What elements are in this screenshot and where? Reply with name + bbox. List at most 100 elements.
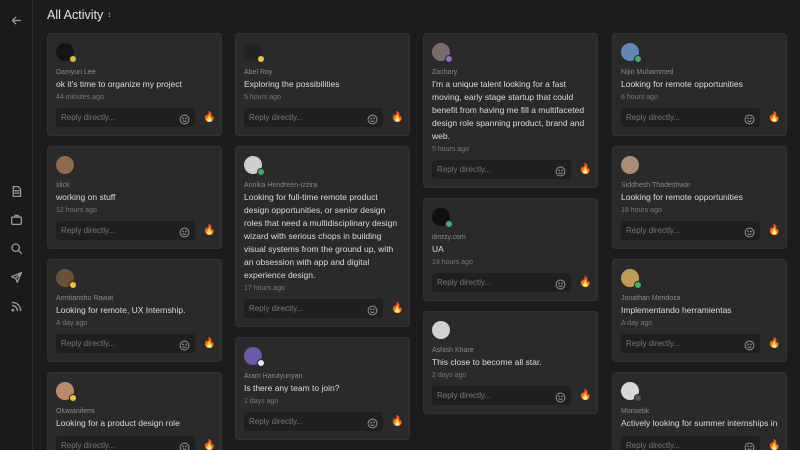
emoji-picker-icon[interactable] xyxy=(367,416,378,429)
user-name[interactable]: slick xyxy=(56,182,213,189)
avatar[interactable] xyxy=(56,382,77,402)
fire-reaction-icon[interactable]: 🔥 xyxy=(203,338,215,349)
user-name[interactable]: dmrzy.com xyxy=(432,234,589,241)
activity-card[interactable]: Damyun Lee ok it's time to organize my pr… xyxy=(47,33,222,136)
reply-row: Reply directly... 🔥 xyxy=(621,334,780,353)
fire-reaction-icon[interactable]: 🔥 xyxy=(579,277,591,288)
sort-toggle-icon[interactable]: ↕ xyxy=(107,11,111,19)
activity-column: Zachary I'm a unique talent looking for a… xyxy=(423,33,598,414)
fire-reaction-icon[interactable]: 🔥 xyxy=(768,440,780,450)
user-name[interactable]: Siddhesh Thadeshwar xyxy=(621,182,778,189)
activity-card[interactable]: Nijin Muhammed Looking for remote opportu… xyxy=(612,33,787,136)
fire-reaction-icon[interactable]: 🔥 xyxy=(203,440,215,450)
avatar[interactable] xyxy=(621,382,642,402)
fire-reaction-icon[interactable]: 🔥 xyxy=(203,112,215,123)
emoji-picker-icon[interactable] xyxy=(744,112,755,125)
activity-card[interactable]: Siddhesh Thadeshwar Looking for remote op… xyxy=(612,146,787,249)
emoji-picker-icon[interactable] xyxy=(555,390,566,403)
fire-reaction-icon[interactable]: 🔥 xyxy=(391,303,403,314)
reply-input[interactable]: Reply directly... xyxy=(56,334,195,353)
activity-card[interactable]: slick working on stuff 12 hours ago Reply d… xyxy=(47,146,222,249)
fire-reaction-icon[interactable]: 🔥 xyxy=(391,112,403,123)
fire-reaction-icon[interactable]: 🔥 xyxy=(579,164,591,175)
reply-placeholder: Reply directly... xyxy=(626,113,681,122)
back-arrow-icon[interactable] xyxy=(8,12,25,29)
activity-card[interactable]: dmrzy.com UA 19 hours ago Reply directly...… xyxy=(423,198,598,301)
user-name[interactable]: Aram Harutyunyan xyxy=(244,373,401,380)
activity-card[interactable]: Armitanshu Rawat Looking for remote, UX I… xyxy=(47,259,222,362)
timestamp: 2 days ago xyxy=(432,372,467,379)
reply-input[interactable]: Reply directly... xyxy=(621,334,760,353)
emoji-picker-icon[interactable] xyxy=(179,440,190,450)
reply-placeholder: Reply directly... xyxy=(437,391,492,400)
page-header: All Activity ↕ xyxy=(47,6,111,24)
fire-reaction-icon[interactable]: 🔥 xyxy=(391,416,403,427)
user-name[interactable]: Damyun Lee xyxy=(56,69,213,76)
user-name[interactable]: Nijin Muhammed xyxy=(621,69,778,76)
reply-input[interactable]: Reply directly... xyxy=(432,160,571,179)
emoji-picker-icon[interactable] xyxy=(179,225,190,238)
notes-icon[interactable] xyxy=(8,183,25,200)
briefcase-icon[interactable] xyxy=(8,211,25,228)
activity-card[interactable]: Jonathan Mendoza Implementando herramient… xyxy=(612,259,787,362)
avatar[interactable] xyxy=(621,156,639,174)
fire-reaction-icon[interactable]: 🔥 xyxy=(768,112,780,123)
avatar[interactable] xyxy=(244,43,265,63)
user-name[interactable]: Abel Roy xyxy=(244,69,401,76)
user-name[interactable]: Zachary xyxy=(432,69,589,76)
reply-input[interactable]: Reply directly... xyxy=(244,108,383,127)
fire-reaction-icon[interactable]: 🔥 xyxy=(203,225,215,236)
emoji-picker-icon[interactable] xyxy=(555,277,566,290)
activity-card[interactable]: Monsebk Actively looking for summer inter… xyxy=(612,372,787,450)
reply-row: Reply directly... 🔥 xyxy=(244,108,403,127)
emoji-picker-icon[interactable] xyxy=(179,338,190,351)
user-name[interactable]: Monsebk xyxy=(621,408,778,415)
activity-card[interactable]: Zachary I'm a unique talent looking for a… xyxy=(423,33,598,188)
reply-input[interactable]: Reply directly... xyxy=(56,108,195,127)
reply-input[interactable]: Reply directly... xyxy=(244,412,383,431)
avatar[interactable] xyxy=(244,347,265,367)
send-icon[interactable] xyxy=(8,269,25,286)
activity-card[interactable]: Annika Hendreen-Izzira Looking for full-t… xyxy=(235,146,410,327)
activity-card[interactable]: Oluwanifemi Looking for a product design … xyxy=(47,372,222,450)
avatar[interactable] xyxy=(56,269,77,289)
reply-input[interactable]: Reply directly... xyxy=(432,273,571,292)
activity-card[interactable]: Aram Harutyunyan Is there any team to joi… xyxy=(235,337,410,440)
reply-input[interactable]: Reply directly... xyxy=(244,299,383,318)
user-name[interactable]: Jonathan Mendoza xyxy=(621,295,778,302)
page-title: All Activity xyxy=(47,8,104,22)
activity-card[interactable]: Abel Roy Exploring the possibilities 5 hou… xyxy=(235,33,410,136)
reply-input[interactable]: Reply directly... xyxy=(56,436,195,450)
emoji-picker-icon[interactable] xyxy=(744,338,755,351)
emoji-picker-icon[interactable] xyxy=(367,112,378,125)
emoji-picker-icon[interactable] xyxy=(744,225,755,238)
reply-input[interactable]: Reply directly... xyxy=(56,221,195,240)
status-badge xyxy=(634,55,642,63)
reply-input[interactable]: Reply directly... xyxy=(432,386,571,405)
avatar[interactable] xyxy=(621,269,642,289)
fire-reaction-icon[interactable]: 🔥 xyxy=(768,338,780,349)
user-name[interactable]: Oluwanifemi xyxy=(56,408,213,415)
avatar[interactable] xyxy=(56,43,77,63)
avatar[interactable] xyxy=(621,43,642,63)
avatar[interactable] xyxy=(56,156,74,174)
emoji-picker-icon[interactable] xyxy=(367,303,378,316)
user-name[interactable]: Armitanshu Rawat xyxy=(56,295,213,302)
fire-reaction-icon[interactable]: 🔥 xyxy=(579,390,591,401)
search-icon[interactable] xyxy=(8,240,25,257)
reply-input[interactable]: Reply directly... xyxy=(621,221,760,240)
user-name[interactable]: Annika Hendreen-Izzira xyxy=(244,182,401,189)
reply-input[interactable]: Reply directly... xyxy=(621,108,760,127)
avatar[interactable] xyxy=(432,321,450,339)
user-name[interactable]: Ashish Khare xyxy=(432,347,589,354)
rss-feed-icon[interactable] xyxy=(8,298,25,315)
activity-card[interactable]: Ashish Khare This close to become all sta… xyxy=(423,311,598,414)
fire-reaction-icon[interactable]: 🔥 xyxy=(768,225,780,236)
emoji-picker-icon[interactable] xyxy=(555,164,566,177)
avatar[interactable] xyxy=(432,208,453,228)
reply-input[interactable]: Reply directly... xyxy=(621,436,760,450)
emoji-picker-icon[interactable] xyxy=(744,440,755,450)
emoji-picker-icon[interactable] xyxy=(179,112,190,125)
avatar[interactable] xyxy=(432,43,453,63)
avatar[interactable] xyxy=(244,156,265,176)
